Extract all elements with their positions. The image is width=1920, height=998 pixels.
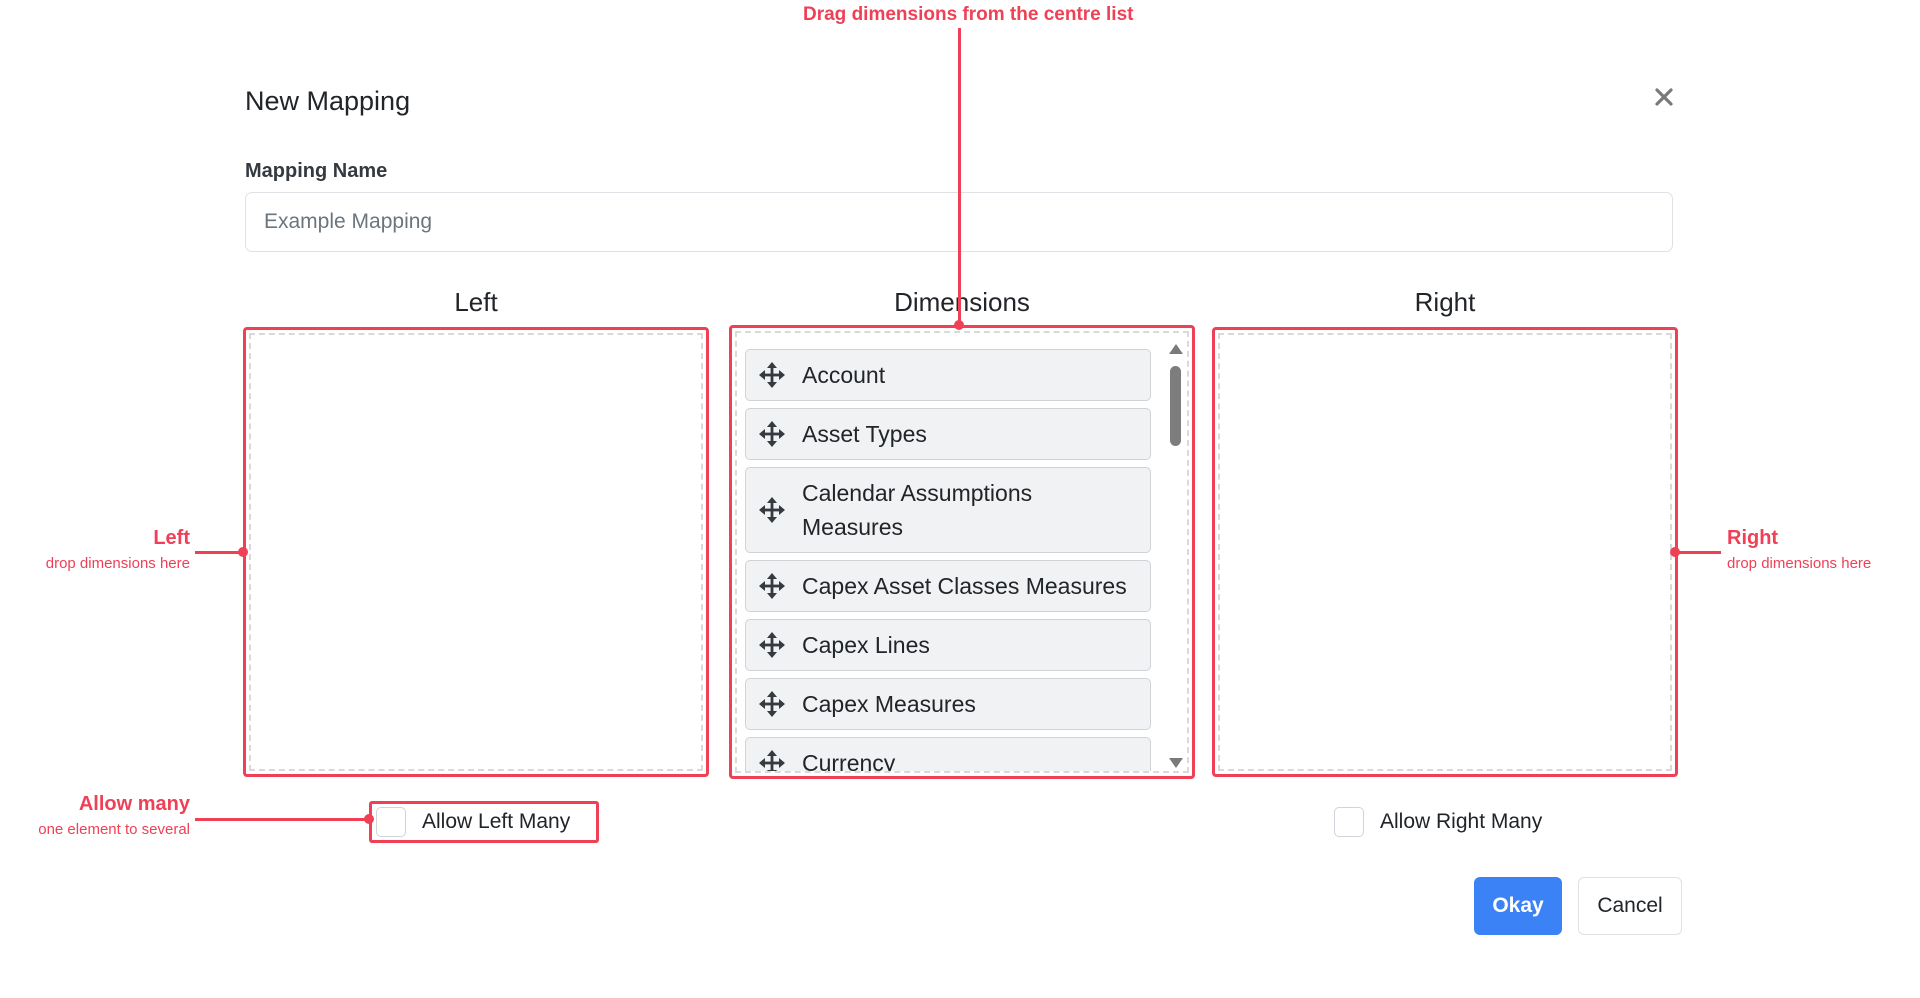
annotation-allow-line xyxy=(195,818,369,821)
annotation-allow-title: Allow many xyxy=(78,793,190,815)
right-drop-zone-area xyxy=(1218,333,1672,771)
annotation-left-dot xyxy=(238,547,248,557)
okay-button[interactable]: Okay xyxy=(1474,877,1562,935)
allow-left-many-label: Allow Left Many xyxy=(422,810,571,833)
left-drop-zone[interactable] xyxy=(243,327,709,777)
allow-right-many-checkbox[interactable] xyxy=(1334,807,1364,837)
right-column-title: Right xyxy=(1414,287,1476,317)
left-column-title: Left xyxy=(454,287,498,317)
left-drop-zone-area xyxy=(249,333,703,771)
annotation-left-title: Left xyxy=(153,527,190,549)
right-drop-zone[interactable] xyxy=(1212,327,1678,777)
close-button[interactable] xyxy=(1647,80,1681,114)
annotation-right-dot xyxy=(1670,547,1680,557)
dimensions-list: Account Asset Types Calendar Assumptions… xyxy=(745,349,1151,771)
dimension-label: Asset Types xyxy=(802,421,927,447)
allow-right-many-row: Allow Right Many xyxy=(1334,803,1542,841)
dimension-label: Capex Lines xyxy=(802,632,930,658)
dimensions-column-title: Dimensions xyxy=(894,287,1030,317)
cancel-button[interactable]: Cancel xyxy=(1578,877,1682,935)
dimension-item[interactable]: Account xyxy=(745,349,1151,401)
annotation-right-title: Right xyxy=(1727,527,1779,549)
move-icon xyxy=(758,572,786,600)
annotation-top-dot xyxy=(954,320,964,330)
close-icon xyxy=(1655,88,1673,106)
annotation-left-sub: drop dimensions here xyxy=(45,555,190,572)
annotation-top-title: Drag dimensions from the centre list xyxy=(803,4,1134,25)
annotation-allow-dot xyxy=(364,814,374,824)
scroll-down-icon[interactable] xyxy=(1169,758,1183,768)
dimension-item[interactable]: Calendar Assumptions Measures xyxy=(745,467,1151,553)
scroll-up-icon[interactable] xyxy=(1169,344,1183,354)
dimension-item[interactable]: Asset Types xyxy=(745,408,1151,460)
annotation-allow-sub: one element to several xyxy=(38,821,190,838)
dimension-label: Account xyxy=(802,362,886,388)
dimension-label: Calendar Assumptions Measures xyxy=(802,480,1033,540)
annotation-right-sub: drop dimensions here xyxy=(1727,555,1872,572)
dimension-label: Capex Asset Classes Measures xyxy=(802,573,1127,599)
annotation-left-line xyxy=(195,551,243,554)
annotation-top-line xyxy=(958,28,961,325)
move-icon xyxy=(758,361,786,389)
canvas: New Mapping Mapping Name Left Dimensions… xyxy=(0,0,1920,998)
scroll-thumb[interactable] xyxy=(1170,366,1181,446)
dimension-label: Capex Measures xyxy=(802,691,976,717)
mapping-name-label: Mapping Name xyxy=(245,160,388,182)
move-icon xyxy=(758,631,786,659)
move-icon xyxy=(758,420,786,448)
dimension-item[interactable]: Capex Measures xyxy=(745,678,1151,730)
dimension-label: Currency xyxy=(802,750,896,771)
move-icon xyxy=(758,496,786,524)
dimension-item[interactable]: Currency xyxy=(745,737,1151,771)
allow-left-many-checkbox[interactable] xyxy=(376,807,406,837)
dialog-title: New Mapping xyxy=(245,86,411,116)
dimensions-scrollbar[interactable] xyxy=(1167,340,1185,772)
dimension-item[interactable]: Capex Asset Classes Measures xyxy=(745,560,1151,612)
move-icon xyxy=(758,690,786,718)
dimension-item[interactable]: Capex Lines xyxy=(745,619,1151,671)
allow-right-many-label: Allow Right Many xyxy=(1380,810,1543,833)
allow-left-many-row: Allow Left Many xyxy=(376,803,570,841)
move-icon xyxy=(758,749,786,771)
annotation-right-line xyxy=(1675,551,1721,554)
